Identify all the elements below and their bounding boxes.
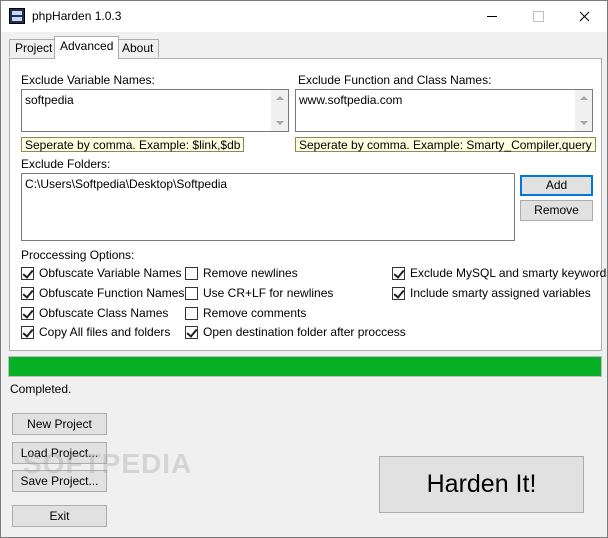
- checkbox-box[interactable]: [185, 287, 198, 300]
- checkbox-box[interactable]: [21, 267, 34, 280]
- exclude-folders-label: Exclude Folders:: [21, 157, 111, 171]
- checkbox-label: Exclude MySQL and smarty keywords: [410, 266, 608, 280]
- exclude-folders-list[interactable]: C:\Users\Softpedia\Desktop\Softpedia: [21, 173, 515, 241]
- progress-bar: [8, 356, 602, 377]
- window-title: phpHarden 1.0.3: [32, 9, 122, 23]
- exclude-vars-label: Exclude Variable Names:: [21, 73, 155, 87]
- tab-about[interactable]: About: [116, 39, 160, 57]
- advanced-panel: Exclude Variable Names: softpedia Sepera…: [9, 58, 607, 351]
- checkbox-box[interactable]: [21, 307, 34, 320]
- exclude-funcs-hint: Seperate by comma. Example: Smarty_Compi…: [295, 137, 596, 152]
- checkbox-box[interactable]: [392, 267, 405, 280]
- tab-project[interactable]: Project: [9, 39, 59, 57]
- checkbox-label: Open destination folder after proccess: [203, 325, 406, 339]
- exclude-funcs-input[interactable]: www.softpedia.com: [295, 89, 593, 132]
- scroll-up-icon[interactable]: [276, 96, 284, 100]
- exclude-vars-hint: Seperate by comma. Example: $link,$db: [21, 137, 245, 152]
- add-button[interactable]: Add: [520, 175, 593, 196]
- checkbox-box[interactable]: [185, 307, 198, 320]
- checkbox-label: Obfuscate Function Names: [39, 286, 185, 300]
- checkbox-label: Include smarty assigned variables: [410, 286, 591, 300]
- scroll-down-icon[interactable]: [580, 121, 588, 125]
- minimize-icon[interactable]: [469, 1, 515, 32]
- maximize-icon[interactable]: [515, 1, 561, 32]
- open-destination-folder-checkbox[interactable]: Open destination folder after proccess: [185, 325, 406, 340]
- title-bar: phpHarden 1.0.3: [1, 1, 607, 32]
- exit-button[interactable]: Exit: [12, 505, 107, 527]
- checkbox-box[interactable]: [185, 326, 198, 339]
- checkbox-label: Copy All files and folders: [39, 325, 171, 339]
- scroll-up-icon[interactable]: [580, 96, 588, 100]
- obfuscate-function-names-checkbox[interactable]: Obfuscate Function Names: [21, 286, 185, 301]
- tab-advanced[interactable]: Advanced: [54, 36, 120, 59]
- exclude-vars-input[interactable]: softpedia: [21, 89, 289, 132]
- softpedia-watermark: SOFTPEDIA: [23, 448, 193, 479]
- exclude-funcs-value: www.softpedia.com: [299, 93, 403, 107]
- tab-advanced-label: Advanced: [60, 39, 114, 53]
- checkbox-box[interactable]: [392, 287, 405, 300]
- checkbox-label: Remove comments: [203, 306, 307, 320]
- scroll-down-icon[interactable]: [276, 121, 284, 125]
- remove-newlines-checkbox[interactable]: Remove newlines: [185, 266, 375, 281]
- checkbox-label: Remove newlines: [203, 266, 298, 280]
- obfuscate-variable-names-checkbox[interactable]: Obfuscate Variable Names: [21, 266, 182, 281]
- app-icon: [9, 8, 25, 24]
- exclude-mysql-smarty-keywords-checkbox[interactable]: Exclude MySQL and smarty keywords: [392, 266, 607, 281]
- tab-about-label: About: [122, 41, 154, 55]
- copy-all-files-checkbox[interactable]: Copy All files and folders: [21, 325, 181, 340]
- exclude-vars-scrollbar[interactable]: [271, 90, 288, 131]
- processing-options-label: Proccessing Options:: [21, 248, 135, 262]
- checkbox-box[interactable]: [185, 267, 198, 280]
- obfuscate-class-names-checkbox[interactable]: Obfuscate Class Names: [21, 306, 181, 321]
- close-icon[interactable]: [561, 1, 607, 32]
- remove-comments-checkbox[interactable]: Remove comments: [185, 306, 375, 321]
- checkbox-box[interactable]: [21, 287, 34, 300]
- progress-fill: [9, 357, 601, 376]
- status-text: Completed.: [10, 382, 72, 396]
- checkbox-label: Obfuscate Variable Names: [39, 266, 182, 280]
- exclude-funcs-scrollbar[interactable]: [575, 90, 592, 131]
- app-window: phpHarden 1.0.3 Project Advanced About E…: [0, 0, 608, 538]
- checkbox-box[interactable]: [21, 326, 34, 339]
- exclude-funcs-label: Exclude Function and Class Names:: [298, 73, 492, 87]
- include-smarty-variables-checkbox[interactable]: Include smarty assigned variables: [392, 286, 592, 301]
- remove-button[interactable]: Remove: [520, 200, 593, 221]
- checkbox-label: Obfuscate Class Names: [39, 306, 169, 320]
- use-crlf-checkbox[interactable]: Use CR+LF for newlines: [185, 286, 375, 301]
- checkbox-label: Use CR+LF for newlines: [203, 286, 334, 300]
- exclude-vars-value: softpedia: [25, 93, 74, 107]
- new-project-button[interactable]: New Project: [12, 413, 107, 435]
- list-item[interactable]: C:\Users\Softpedia\Desktop\Softpedia: [25, 177, 227, 191]
- harden-it-button[interactable]: Harden It!: [379, 456, 584, 513]
- tab-project-label: Project: [15, 41, 53, 55]
